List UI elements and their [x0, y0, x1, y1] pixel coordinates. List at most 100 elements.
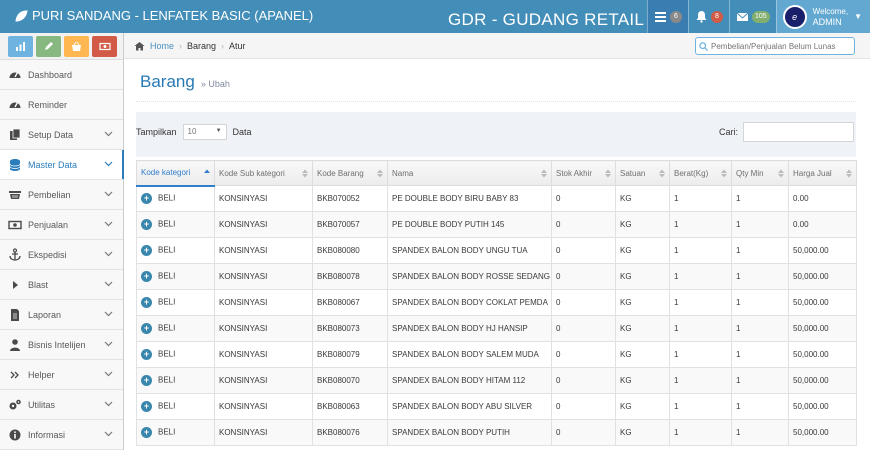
expand-row-icon[interactable]: +: [141, 245, 152, 256]
table-cell: 50,000.00: [788, 315, 857, 342]
cell-value: BELI: [158, 245, 176, 255]
pencil-shortcut-button[interactable]: [36, 36, 61, 57]
table-row[interactable]: + BELI KONSINYASI BKB080073 SPANDEX BALON BO…: [136, 315, 857, 342]
sidebar-item-informasi[interactable]: Informasi: [0, 420, 123, 450]
table-cell: KONSINYASI: [214, 367, 313, 394]
table-cell: + BELI: [136, 393, 215, 420]
messages-button[interactable]: 105: [728, 0, 776, 33]
column-header[interactable]: Satuan: [615, 160, 670, 186]
table-cell: KONSINYASI: [214, 289, 313, 316]
table-row[interactable]: + BELI KONSINYASI BKB080078 SPANDEX BALON BO…: [136, 263, 857, 290]
sidebar-item-penjualan[interactable]: Penjualan: [0, 210, 123, 240]
app-title: PURI SANDANG - LENFATEK BASIC (APANEL): [32, 8, 314, 23]
cell-value: SPANDEX BALON BODY ABU SILVER: [392, 402, 533, 411]
column-header[interactable]: Berat(Kg): [669, 160, 732, 186]
table-row[interactable]: + BELI KONSINYASI BKB080080 SPANDEX BALON BO…: [136, 237, 857, 264]
tasks-icon: [654, 12, 666, 22]
breadcrumb-home-link[interactable]: Home: [150, 41, 174, 51]
table-row[interactable]: + BELI KONSINYASI BKB080067 SPANDEX BALON BO…: [136, 289, 857, 316]
sidebar-item-laporan[interactable]: Laporan: [0, 300, 123, 330]
table-row[interactable]: + BELI KONSINYASI BKB080079 SPANDEX BALON BO…: [136, 341, 857, 368]
column-header[interactable]: Nama: [387, 160, 552, 186]
column-header-label: Satuan: [620, 168, 646, 178]
expand-row-icon[interactable]: +: [141, 323, 152, 334]
chevron-down-icon: [104, 401, 113, 407]
show-label: Tampilkan: [136, 127, 177, 137]
page-subtitle: Ubah: [208, 79, 230, 89]
table-row[interactable]: + BELI KONSINYASI BKB070057 PE DOUBLE BODY P…: [136, 211, 857, 238]
notifications-button[interactable]: 8: [687, 0, 729, 33]
column-header[interactable]: Harga Jual: [788, 160, 857, 186]
table-cell: 0: [551, 315, 616, 342]
search-input[interactable]: [711, 41, 851, 51]
cell-value: BELI: [158, 323, 176, 333]
cell-value: BELI: [158, 193, 176, 203]
expand-row-icon[interactable]: +: [141, 297, 152, 308]
sidebar-item-master-data[interactable]: Master Data: [0, 150, 124, 180]
money-icon: [8, 220, 22, 229]
breadcrumb-separator: ›: [179, 40, 183, 51]
table-cell: SPANDEX BALON BODY ROSSE SEDANG: [387, 263, 552, 290]
table-row[interactable]: + BELI KONSINYASI BKB070052 PE DOUBLE BODY B…: [136, 185, 857, 212]
expand-row-icon[interactable]: +: [141, 427, 152, 438]
breadcrumb-barang-link[interactable]: Barang: [187, 41, 216, 51]
envelope-icon: [736, 12, 749, 21]
table-cell: BKB080076: [312, 419, 388, 446]
column-header[interactable]: Qty Min: [731, 160, 789, 186]
expand-row-icon[interactable]: +: [141, 401, 152, 412]
sidebar-item-ekspedisi[interactable]: Ekspedisi: [0, 240, 123, 270]
cell-value: 1: [674, 194, 679, 203]
cell-value: 0: [556, 428, 561, 437]
table-cell: 1: [669, 211, 732, 238]
signal-shortcut-button[interactable]: [8, 36, 33, 57]
cell-value: 50,000.00: [793, 246, 829, 255]
table-row[interactable]: + BELI KONSINYASI BKB080063 SPANDEX BALON BO…: [136, 393, 857, 420]
table-row[interactable]: + BELI KONSINYASI BKB080076 SPANDEX BALON BO…: [136, 419, 857, 446]
table-cell: 0: [551, 185, 616, 212]
table-row[interactable]: + BELI KONSINYASI BKB080070 SPANDEX BALON BO…: [136, 367, 857, 394]
table-cell: KONSINYASI: [214, 315, 313, 342]
page-length-select[interactable]: 10 ▼: [182, 124, 227, 140]
expand-row-icon[interactable]: +: [141, 219, 152, 230]
sidebar-item-dashboard[interactable]: Dashboard: [0, 60, 123, 90]
sidebar-shortcuts: [0, 33, 123, 60]
chevron-down-icon: [104, 221, 113, 227]
column-header[interactable]: Kode kategori: [136, 160, 215, 187]
sidebar-item-bisnis-intelijen[interactable]: Bisnis Intelijen: [0, 330, 123, 360]
cell-value: SPANDEX BALON BODY ROSSE SEDANG: [392, 272, 550, 281]
file-icon: [10, 128, 21, 140]
expand-row-icon[interactable]: +: [141, 375, 152, 386]
cell-value: 50,000.00: [793, 376, 829, 385]
table-cell: SPANDEX BALON BODY PUTIH: [387, 419, 552, 446]
table-cell: BKB070052: [312, 185, 388, 212]
expand-row-icon[interactable]: +: [141, 193, 152, 205]
sidebar-item-pembelian[interactable]: Pembelian: [0, 180, 123, 210]
expand-row-icon[interactable]: +: [141, 349, 152, 360]
basket-shortcut-button[interactable]: [64, 36, 89, 57]
table-cell: 1: [731, 367, 789, 394]
tasks-button[interactable]: 6: [646, 0, 688, 33]
column-header[interactable]: Kode Barang: [312, 160, 388, 186]
sidebar-item-blast[interactable]: Blast: [0, 270, 123, 300]
sidebar-item-setup-data[interactable]: Setup Data: [0, 120, 123, 150]
column-header[interactable]: Kode Sub kategori: [214, 160, 313, 186]
welcome-block: Welcome, ADMIN: [813, 7, 848, 27]
table-cell: + BELI: [136, 211, 215, 238]
leaf-icon: [15, 9, 28, 22]
table-cell: KG: [615, 185, 670, 212]
page-title: Barang: [140, 72, 195, 91]
table-cell: + BELI: [136, 315, 215, 342]
table-cell: KONSINYASI: [214, 237, 313, 264]
sidebar-item-utilitas[interactable]: Utilitas: [0, 390, 123, 420]
money-shortcut-button[interactable]: [92, 36, 117, 57]
expand-row-icon[interactable]: +: [141, 271, 152, 282]
cell-value: 1: [674, 298, 679, 307]
table-cell: KONSINYASI: [214, 393, 313, 420]
table-search-input[interactable]: [743, 122, 854, 142]
cell-value: 1: [736, 272, 741, 281]
sidebar-item-reminder[interactable]: Reminder: [0, 90, 123, 120]
user-menu[interactable]: e Welcome, ADMIN ▼: [775, 0, 870, 33]
sidebar-item-helper[interactable]: Helper: [0, 360, 123, 390]
brand[interactable]: PURI SANDANG - LENFATEK BASIC (APANEL): [14, 8, 313, 23]
column-header[interactable]: Stok Akhir: [551, 160, 616, 186]
